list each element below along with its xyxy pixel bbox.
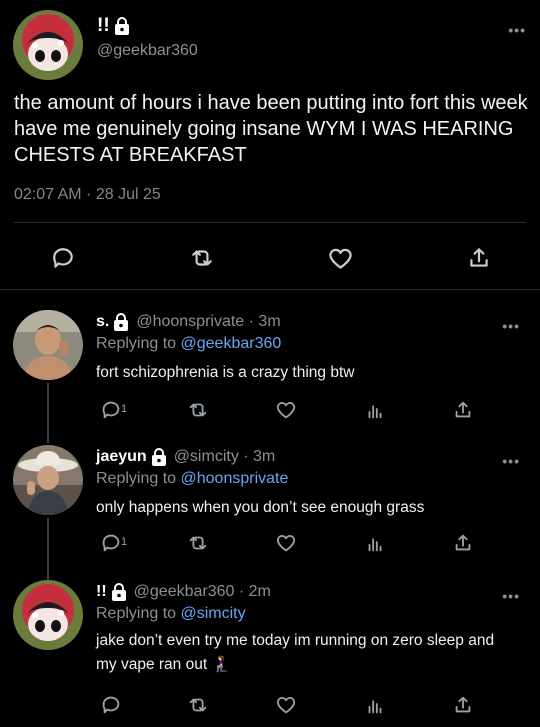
avatar[interactable]	[13, 580, 83, 650]
replying-label: Replying to	[96, 605, 177, 622]
reply-header: jaeyun @simcity · 3m	[96, 448, 275, 466]
retweet-icon[interactable]	[183, 690, 213, 720]
display-name[interactable]: !!	[97, 15, 130, 37]
analytics-icon[interactable]	[360, 528, 390, 558]
reply-icon[interactable]: 1	[96, 528, 128, 558]
replying-to: Replying to @hoonsprivate	[96, 470, 288, 488]
avatar[interactable]	[13, 10, 83, 80]
handle[interactable]: @hoonsprivate · 3m	[136, 313, 280, 331]
lock-icon	[111, 583, 127, 601]
reply-count: 1	[121, 536, 128, 548]
reply-text: fort schizophrenia is a crazy thing btw	[96, 364, 355, 381]
like-icon[interactable]	[271, 528, 301, 558]
share-icon[interactable]	[464, 243, 494, 273]
retweet-icon[interactable]	[187, 243, 217, 273]
display-name[interactable]: !!	[96, 583, 107, 601]
analytics-icon[interactable]	[360, 395, 390, 425]
reply-header: s. @hoonsprivate · 3m	[96, 313, 281, 331]
display-name[interactable]: s.	[96, 313, 109, 331]
more-icon[interactable]: •••	[508, 22, 526, 38]
mention-link[interactable]: @hoonsprivate	[181, 470, 289, 487]
replying-to: Replying to @geekbar360	[96, 335, 281, 353]
main-tweet: !! @geekbar360 ••• the amount of hours i…	[0, 0, 540, 290]
replying-label: Replying to	[96, 335, 177, 352]
lock-icon	[113, 313, 129, 331]
lock-icon	[114, 17, 130, 35]
retweet-icon[interactable]	[183, 395, 213, 425]
avatar[interactable]	[13, 310, 83, 380]
reply-icon[interactable]: 1	[96, 395, 128, 425]
retweet-icon[interactable]	[183, 528, 213, 558]
display-name[interactable]: jaeyun	[96, 448, 147, 466]
handle[interactable]: @simcity · 3m	[174, 448, 276, 466]
like-icon[interactable]	[325, 243, 355, 273]
display-name-text[interactable]: !!	[97, 15, 110, 37]
handle[interactable]: @geekbar360 · 2m	[134, 583, 271, 601]
avatar[interactable]	[13, 445, 83, 515]
more-icon[interactable]: •••	[502, 588, 520, 604]
lock-icon	[151, 448, 167, 466]
divider	[14, 222, 526, 223]
replying-to: Replying to @simcity	[96, 605, 246, 623]
mention-link[interactable]: @geekbar360	[181, 335, 282, 352]
tweet-text: the amount of hours i have been putting …	[14, 92, 528, 166]
reply-header: !! @geekbar360 · 2m	[96, 583, 271, 601]
more-icon[interactable]: •••	[502, 453, 520, 469]
divider	[0, 289, 540, 290]
more-icon[interactable]: •••	[502, 318, 520, 334]
like-icon[interactable]	[271, 395, 301, 425]
share-icon[interactable]	[448, 690, 478, 720]
analytics-icon[interactable]	[360, 690, 390, 720]
reply-icon[interactable]	[48, 243, 78, 273]
reply-text: jake don’t even try me today im running …	[96, 632, 495, 673]
like-icon[interactable]	[271, 690, 301, 720]
reply-count: 1	[121, 403, 128, 415]
reply-icon[interactable]	[96, 690, 126, 720]
reply-text: only happens when you don’t see enough g…	[96, 499, 425, 516]
replying-label: Replying to	[96, 470, 177, 487]
share-icon[interactable]	[448, 395, 478, 425]
timestamp[interactable]: 02:07 AM · 28 Jul 25	[14, 186, 161, 204]
thread-line	[47, 383, 49, 443]
handle[interactable]: @geekbar360	[97, 42, 198, 60]
thread-line	[47, 518, 49, 580]
share-icon[interactable]	[448, 528, 478, 558]
mention-link[interactable]: @simcity	[181, 605, 246, 622]
